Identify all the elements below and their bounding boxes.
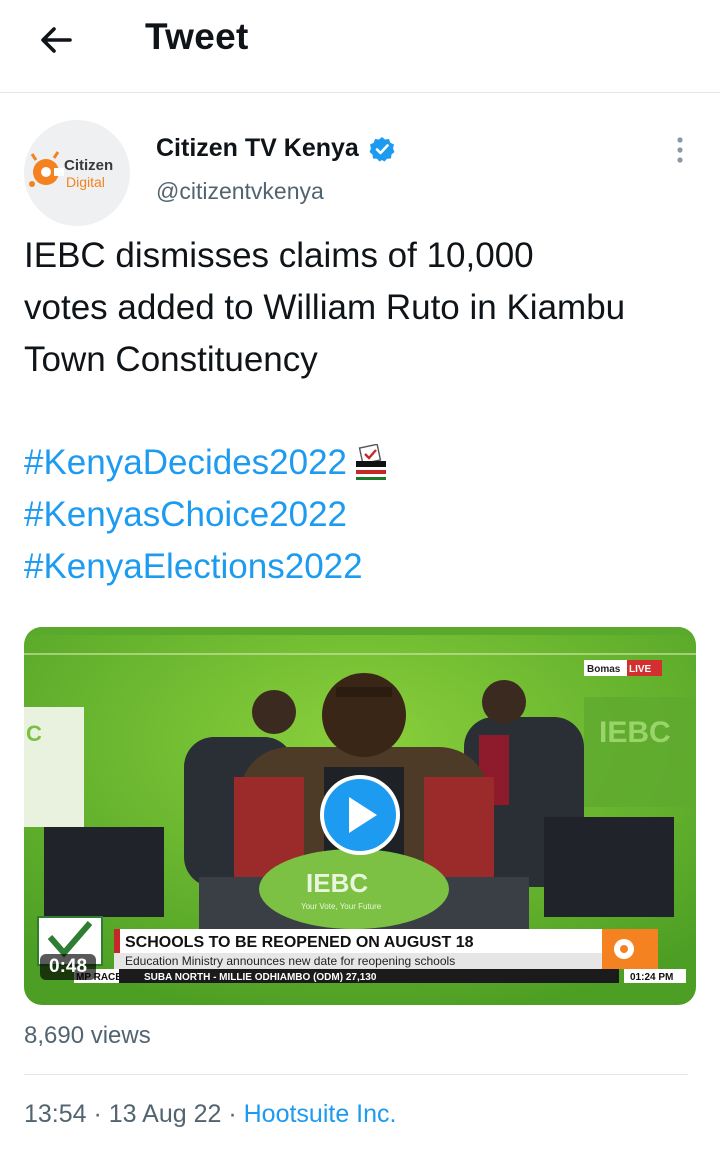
video-duration: 0:48 bbox=[40, 954, 97, 980]
arrow-left-icon[interactable] bbox=[36, 20, 76, 60]
avatar[interactable]: Citizen Digital bbox=[24, 120, 130, 226]
page-title: Tweet bbox=[145, 16, 249, 57]
hashtag-link[interactable]: #KenyaDecides2022 bbox=[24, 437, 704, 489]
svg-text:Digital: Digital bbox=[66, 174, 105, 190]
tweet-source-link[interactable]: Hootsuite Inc. bbox=[244, 1100, 397, 1128]
svg-text:Citizen: Citizen bbox=[64, 157, 113, 174]
top-bar: Tweet bbox=[0, 0, 720, 93]
verified-badge-icon bbox=[369, 136, 395, 161]
video-thumbnail: C IEBC Bomas LIVE IEBC Your Vote, Your F… bbox=[24, 627, 696, 1005]
citizen-digital-logo: Citizen Digital bbox=[29, 151, 113, 190]
hashtag-link[interactable]: #KenyasChoice2022 bbox=[24, 489, 704, 541]
live-tag-live: LIVE bbox=[629, 664, 652, 675]
more-options-icon[interactable] bbox=[668, 136, 692, 166]
svg-text:C: C bbox=[26, 721, 42, 746]
tweet-text: IEBC dismisses claims of 10,000 votes ad… bbox=[24, 230, 704, 386]
tweet-text-line: Town Constituency bbox=[24, 340, 318, 379]
tweet-text-line: votes added to William Ruto in Kiambu bbox=[24, 288, 626, 327]
news-headline: SCHOOLS TO BE REOPENED ON AUGUST 18 bbox=[125, 934, 474, 951]
author-handle[interactable]: @citizentvkenya bbox=[156, 178, 324, 205]
view-count[interactable]: 8,690 views bbox=[24, 1022, 151, 1050]
author-name-row: Citizen TV Kenya bbox=[156, 134, 395, 163]
video-player[interactable]: C IEBC Bomas LIVE IEBC Your Vote, Your F… bbox=[24, 627, 696, 1005]
clock: 01:24 PM bbox=[630, 972, 673, 983]
svg-text:IEBC: IEBC bbox=[306, 868, 368, 898]
meta-separator: · bbox=[86, 1100, 109, 1128]
tweet-text-line: IEBC dismisses claims of 10,000 bbox=[24, 236, 534, 275]
tweet-time: 13:54 bbox=[24, 1100, 87, 1128]
live-tag-brand: Bomas bbox=[587, 664, 621, 675]
hashtag-list: #KenyaDecides2022 #KenyasChoice2022 #Ken… bbox=[24, 437, 704, 593]
hashtag-link[interactable]: #KenyaElections2022 bbox=[24, 541, 704, 593]
svg-text:Your Vote, Your Future: Your Vote, Your Future bbox=[301, 902, 382, 911]
ballot-box-icon bbox=[356, 444, 387, 480]
svg-text:IEBC: IEBC bbox=[599, 716, 671, 749]
meta-separator: · bbox=[221, 1100, 244, 1128]
author-name[interactable]: Citizen TV Kenya bbox=[156, 134, 359, 163]
tweet-meta: 13:54 · 13 Aug 22 · Hootsuite Inc. bbox=[24, 1100, 396, 1129]
news-subheadline: Education Ministry announces new date fo… bbox=[125, 954, 455, 968]
tweet-date: 13 Aug 22 bbox=[108, 1100, 222, 1128]
divider bbox=[24, 1074, 688, 1075]
ticker-text: SUBA NORTH - MILLIE ODHIAMBO (ODM) 27,13… bbox=[144, 972, 377, 983]
